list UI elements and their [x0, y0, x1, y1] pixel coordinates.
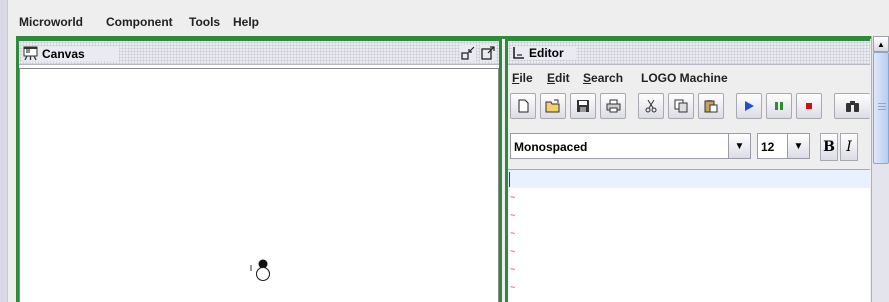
save-icon	[577, 100, 589, 112]
font-size-select[interactable]: 12 ▼	[757, 133, 810, 159]
vertical-scrollbar[interactable]: ▲	[871, 36, 889, 302]
line-marker: ~	[510, 228, 516, 238]
file-label-rest: ile	[519, 71, 533, 85]
search-label-rest: earch	[591, 71, 624, 85]
minimize-icon[interactable]	[460, 45, 476, 61]
text-caret	[509, 172, 510, 187]
current-line-highlight	[508, 170, 870, 188]
find-button[interactable]	[834, 93, 870, 119]
print-icon	[606, 99, 620, 113]
stop-button[interactable]	[796, 93, 822, 119]
menu-microworld[interactable]: Microworld	[19, 15, 83, 29]
open-folder-icon	[545, 99, 560, 113]
cut-button[interactable]	[638, 93, 664, 119]
editor-menu-search[interactable]: Search	[583, 71, 623, 85]
line-marker: ~	[510, 210, 516, 220]
line-marker: ~	[510, 192, 516, 202]
copy-icon	[674, 99, 688, 113]
maximize-icon[interactable]	[480, 45, 496, 61]
chevron-down-icon[interactable]: ▼	[728, 134, 750, 158]
line-marker: ~	[510, 298, 515, 302]
find-icon	[845, 101, 859, 112]
canvas-title-label: Canvas	[42, 47, 85, 61]
drawing-canvas[interactable]	[19, 68, 499, 302]
font-family-value: Monospaced	[514, 140, 588, 154]
run-button[interactable]	[736, 93, 762, 119]
editor-title: Editor	[512, 46, 576, 60]
editor-menu-edit[interactable]: Edit	[547, 71, 570, 85]
chevron-down-icon[interactable]: ▼	[787, 134, 809, 158]
grip-line	[878, 106, 886, 107]
paste-button[interactable]	[698, 93, 724, 119]
editor-title-label: Editor	[529, 46, 564, 60]
pause-icon	[775, 102, 783, 110]
paste-icon	[704, 100, 718, 113]
menu-help[interactable]: Help	[233, 15, 259, 29]
save-button[interactable]	[570, 93, 596, 119]
new-file-button[interactable]	[510, 93, 536, 119]
cut-icon	[645, 99, 657, 113]
editor-menu-file[interactable]: File	[512, 71, 533, 85]
turtle-icon[interactable]	[249, 257, 273, 283]
editor-icon	[513, 47, 524, 59]
line-marker: ~	[510, 264, 516, 274]
editor-toolbar	[508, 93, 870, 121]
copy-button[interactable]	[668, 93, 694, 119]
editor-menubar: File Edit Search LOGO Machine	[508, 65, 870, 87]
search-mnemonic: S	[583, 71, 592, 85]
line-marker: ~	[510, 246, 516, 256]
canvas-title: Canvas	[23, 46, 119, 61]
new-file-icon	[518, 99, 529, 113]
print-button[interactable]	[600, 93, 626, 119]
left-edge-strip	[0, 0, 8, 302]
pause-button[interactable]	[766, 93, 792, 119]
grip-line	[878, 103, 886, 104]
scrollbar-thumb[interactable]	[873, 52, 889, 164]
grip-line	[878, 109, 886, 110]
font-family-select[interactable]: Monospaced ▼	[510, 133, 751, 159]
menu-component[interactable]: Component	[106, 15, 173, 29]
open-button[interactable]	[540, 93, 566, 119]
edit-label-rest: dit	[555, 71, 570, 85]
code-editor[interactable]: ~ ~ ~ ~ ~ ~ ~	[508, 169, 870, 302]
main-menubar: Microworld Component Tools Help	[8, 0, 889, 36]
editor-menu-logo-machine[interactable]: LOGO Machine	[641, 71, 728, 85]
editor-window: Editor File Edit Search LOGO Machine Mon…	[505, 38, 870, 302]
line-marker: ~	[510, 282, 516, 292]
edit-mnemonic: E	[547, 71, 556, 85]
canvas-title-bar[interactable]: Canvas	[19, 41, 499, 65]
menu-tools[interactable]: Tools	[189, 15, 220, 29]
easel-icon	[23, 46, 38, 61]
scroll-up-icon[interactable]: ▲	[873, 36, 889, 52]
font-size-value: 12	[761, 140, 775, 154]
canvas-window: Canvas	[16, 38, 502, 302]
stop-icon	[806, 103, 812, 109]
run-icon	[745, 101, 754, 111]
italic-button[interactable]: I	[840, 133, 858, 161]
editor-title-bar[interactable]: Editor	[508, 41, 870, 65]
font-row: Monospaced ▼ 12 ▼ B I	[508, 133, 870, 161]
bold-button[interactable]: B	[820, 133, 838, 161]
